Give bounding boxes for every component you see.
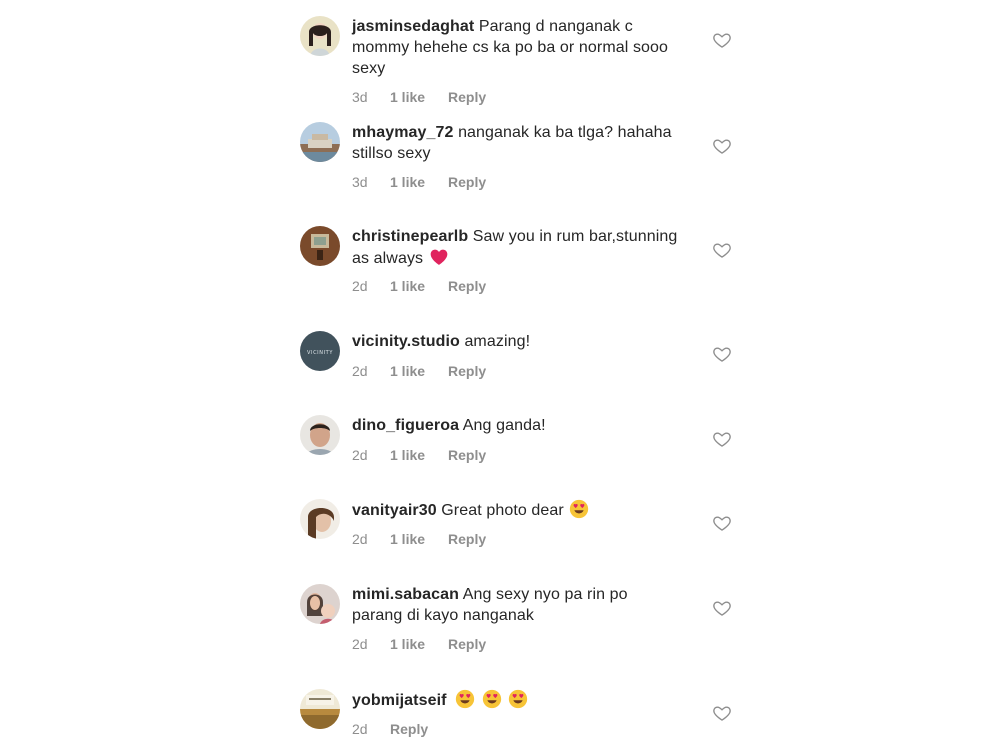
- comment-body: yobmijatseif: [352, 689, 682, 711]
- like-heart-icon[interactable]: [712, 136, 732, 156]
- comment-body: vanityair30 Great photo dear: [352, 499, 682, 521]
- reply-button[interactable]: Reply: [390, 721, 428, 737]
- comment-time[interactable]: 2d: [352, 721, 390, 737]
- comment-body: mhaymay_72 nanganak ka ba tlga? hahaha s…: [352, 122, 682, 164]
- comment-username[interactable]: mimi.sabacan: [352, 586, 459, 603]
- comment-username[interactable]: jasminsedaghat: [352, 18, 474, 35]
- comment-body: vicinity.studio amazing!: [352, 331, 682, 352]
- avatar[interactable]: [300, 689, 340, 729]
- comment-likes[interactable]: 1 like: [390, 447, 448, 463]
- comment-username[interactable]: mhaymay_72: [352, 124, 454, 141]
- comment-time[interactable]: 2d: [352, 363, 390, 379]
- comment-meta: 2d 1 like Reply: [352, 278, 486, 294]
- like-heart-icon[interactable]: [712, 240, 732, 260]
- reply-button[interactable]: Reply: [448, 531, 486, 547]
- comment-meta: 3d 1 like Reply: [352, 89, 486, 105]
- reply-button[interactable]: Reply: [448, 447, 486, 463]
- comment-likes[interactable]: 1 like: [390, 278, 448, 294]
- comment-username[interactable]: yobmijatseif: [352, 692, 447, 709]
- avatar[interactable]: [300, 584, 340, 624]
- comments-list: jasminsedaghat Parang d nanganak c mommy…: [0, 0, 1000, 750]
- heart-eyes-emoji: [569, 499, 589, 519]
- like-heart-icon[interactable]: [712, 30, 732, 50]
- comment-username[interactable]: christinepearlb: [352, 228, 468, 245]
- comment-meta: 2d Reply: [352, 721, 428, 737]
- avatar[interactable]: VICINITY: [300, 331, 340, 371]
- red-heart-emoji: [429, 247, 449, 267]
- reply-button[interactable]: Reply: [448, 89, 486, 105]
- comment-body: jasminsedaghat Parang d nanganak c mommy…: [352, 16, 682, 79]
- comment-time[interactable]: 2d: [352, 447, 390, 463]
- reply-button[interactable]: Reply: [448, 278, 486, 294]
- like-heart-icon[interactable]: [712, 513, 732, 533]
- comment-meta: 2d 1 like Reply: [352, 447, 486, 463]
- comment-time[interactable]: 2d: [352, 278, 390, 294]
- comment-likes[interactable]: 1 like: [390, 363, 448, 379]
- avatar[interactable]: [300, 122, 340, 162]
- comment-username[interactable]: vicinity.studio: [352, 333, 460, 350]
- comment-time[interactable]: 3d: [352, 174, 390, 190]
- comment-username[interactable]: dino_figueroa: [352, 417, 459, 434]
- comment-body: mimi.sabacan Ang sexy nyo pa rin po para…: [352, 584, 682, 626]
- avatar[interactable]: [300, 415, 340, 455]
- like-heart-icon[interactable]: [712, 344, 732, 364]
- heart-eyes-emoji: [482, 689, 502, 709]
- avatar[interactable]: [300, 226, 340, 266]
- comment-username[interactable]: vanityair30: [352, 502, 437, 519]
- heart-eyes-emoji: [508, 689, 528, 709]
- heart-eyes-emoji: [455, 689, 475, 709]
- like-heart-icon[interactable]: [712, 703, 732, 723]
- avatar[interactable]: [300, 499, 340, 539]
- comment-meta: 2d 1 like Reply: [352, 531, 486, 547]
- comment-meta: 2d 1 like Reply: [352, 363, 486, 379]
- comment-text: amazing!: [464, 333, 531, 350]
- comment-text: Ang ganda!: [462, 417, 546, 434]
- comment-likes[interactable]: 1 like: [390, 636, 448, 652]
- like-heart-icon[interactable]: [712, 598, 732, 618]
- comment-time[interactable]: 2d: [352, 636, 390, 652]
- comment-text: Great photo dear: [441, 502, 564, 519]
- comment-likes[interactable]: 1 like: [390, 89, 448, 105]
- comment-time[interactable]: 3d: [352, 89, 390, 105]
- comment-time[interactable]: 2d: [352, 531, 390, 547]
- comment-likes[interactable]: 1 like: [390, 531, 448, 547]
- like-heart-icon[interactable]: [712, 429, 732, 449]
- avatar[interactable]: [300, 16, 340, 56]
- vicinity-logo-text: VICINITY: [307, 350, 333, 356]
- comment-body: christinepearlb Saw you in rum bar,stunn…: [352, 226, 682, 269]
- comment-meta: 3d 1 like Reply: [352, 174, 486, 190]
- reply-button[interactable]: Reply: [448, 363, 486, 379]
- comment-likes[interactable]: 1 like: [390, 174, 448, 190]
- comment-body: dino_figueroa Ang ganda!: [352, 415, 682, 436]
- comment-meta: 2d 1 like Reply: [352, 636, 486, 652]
- reply-button[interactable]: Reply: [448, 636, 486, 652]
- reply-button[interactable]: Reply: [448, 174, 486, 190]
